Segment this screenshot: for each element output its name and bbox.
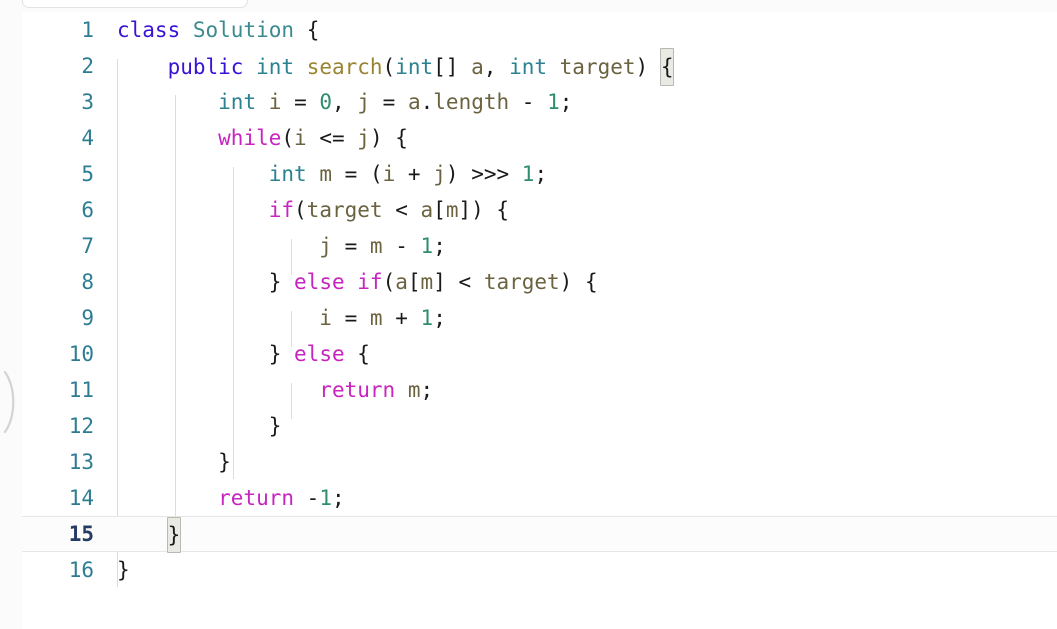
code-line-15-content: } — [117, 517, 182, 553]
code-line-7[interactable]: 7 j = m - 1; — [22, 228, 1057, 264]
code-line-11-content: return m; — [319, 378, 434, 402]
code-line-7-content: j = m - 1; — [319, 234, 446, 258]
line-number-9: 9 — [81, 306, 94, 330]
code-line-9-content: i = m + 1; — [319, 306, 446, 330]
code-line-3[interactable]: 3 int i = 0, j = a.length - 1; — [22, 84, 1057, 120]
line-number-5: 5 — [81, 162, 94, 186]
line-number-6: 6 — [81, 198, 94, 222]
line-number-2: 2 — [81, 54, 94, 78]
code-line-6-content: if(target < a[m]) { — [268, 198, 510, 222]
code-line-2-content: public int search(int[] a, int target) { — [117, 48, 675, 86]
line-number-12: 12 — [68, 414, 94, 438]
code-line-16[interactable]: 16 } — [22, 552, 1057, 588]
editor-surface[interactable]: 1 class Solution { 2 public int search(i… — [22, 12, 1057, 629]
code-lines[interactable]: 1 class Solution { 2 public int search(i… — [22, 12, 1057, 629]
bracket-match-close: } — [166, 517, 182, 553]
code-line-10-content: } else { — [268, 342, 370, 366]
line-number-10: 10 — [68, 342, 94, 366]
line-number-7: 7 — [81, 234, 94, 258]
code-line-5-content: int m = (i + j) >>> 1; — [268, 162, 548, 186]
code-line-2[interactable]: 2 public int search(int[] a, int target)… — [22, 48, 1057, 86]
code-line-8[interactable]: 8 } else if(a[m] < target) { — [22, 264, 1057, 300]
code-line-5[interactable]: 5 int m = (i + j) >>> 1; — [22, 156, 1057, 192]
line-number-13: 13 — [68, 450, 94, 474]
top-toolbar-fragment[interactable] — [22, 0, 248, 8]
code-line-16-content: } — [117, 558, 130, 582]
line-number-1: 1 — [81, 18, 94, 42]
code-line-12-content: } — [268, 414, 282, 438]
code-line-12[interactable]: 12 } — [22, 408, 1057, 444]
line-number-11: 11 — [68, 378, 94, 402]
line-number-14: 14 — [68, 486, 94, 510]
code-line-1[interactable]: 1 class Solution { — [22, 12, 1057, 48]
code-line-1-content: class Solution { — [117, 18, 320, 42]
code-line-4-content: while(i <= j) { — [218, 126, 408, 150]
code-line-11[interactable]: 11 return m; — [22, 372, 1057, 408]
code-line-10[interactable]: 10 } else { — [22, 336, 1057, 372]
code-line-6[interactable]: 6 if(target < a[m]) { — [22, 192, 1057, 228]
line-number-8: 8 — [81, 270, 94, 294]
code-editor-screen: 1 class Solution { 2 public int search(i… — [0, 0, 1057, 629]
bracket-match-open: { — [659, 48, 675, 86]
line-number-16: 16 — [68, 558, 94, 582]
code-line-3-content: int i = 0, j = a.length - 1; — [218, 90, 573, 114]
code-line-9[interactable]: 9 i = m + 1; — [22, 300, 1057, 336]
line-number-15: 15 — [68, 522, 94, 546]
line-number-4: 4 — [81, 126, 94, 150]
code-line-14-content: return -1; — [218, 486, 345, 510]
code-line-13-content: } — [218, 450, 231, 474]
line-number-3: 3 — [81, 90, 94, 114]
code-line-8-content: } else if(a[m] < target) { — [268, 270, 598, 294]
code-line-15[interactable]: 15 } — [22, 516, 1057, 553]
code-line-13[interactable]: 13 } — [22, 444, 1057, 480]
code-line-4[interactable]: 4 while(i <= j) { — [22, 120, 1057, 156]
code-line-14[interactable]: 14 return -1; — [22, 480, 1057, 516]
